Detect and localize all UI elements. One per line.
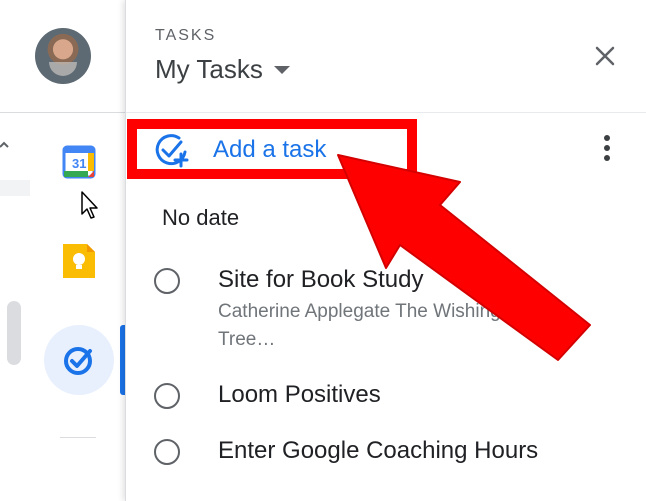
close-icon[interactable] xyxy=(591,42,619,70)
rail-divider xyxy=(60,437,96,438)
task-title: Enter Google Coaching Hours xyxy=(218,437,539,464)
calendar-icon[interactable]: 31 xyxy=(62,145,96,179)
complete-task-checkbox[interactable] xyxy=(154,268,180,294)
panel-label: TASKS xyxy=(155,27,217,44)
page-row xyxy=(0,180,30,196)
task-title: Site for Book Study xyxy=(218,266,424,293)
top-bar xyxy=(0,0,125,113)
section-label: No date xyxy=(162,205,240,230)
task-notes: Catherine Applegate The Wishing Tree… xyxy=(218,301,501,350)
svg-text:31: 31 xyxy=(72,156,86,171)
list-title: My Tasks xyxy=(155,54,263,84)
mouse-cursor-icon xyxy=(81,191,98,219)
dropdown-arrow-icon xyxy=(273,65,290,74)
tasks-panel: TASKS My Tasks Add a task No date Site f… xyxy=(125,0,646,501)
page-content-strip xyxy=(0,113,31,501)
chevron-up-icon[interactable] xyxy=(0,140,10,150)
more-vert-icon[interactable] xyxy=(599,133,615,163)
complete-task-checkbox[interactable] xyxy=(154,439,180,465)
complete-task-checkbox[interactable] xyxy=(154,383,180,409)
keep-icon[interactable] xyxy=(63,244,95,278)
annotation-highlight-box xyxy=(127,119,417,179)
avatar[interactable] xyxy=(35,28,91,84)
list-selector[interactable]: My Tasks xyxy=(155,54,291,85)
scrollbar-thumb[interactable] xyxy=(7,301,21,365)
task-title: Loom Positives xyxy=(218,381,381,408)
header-divider xyxy=(126,112,646,113)
tasks-icon[interactable] xyxy=(62,343,96,377)
